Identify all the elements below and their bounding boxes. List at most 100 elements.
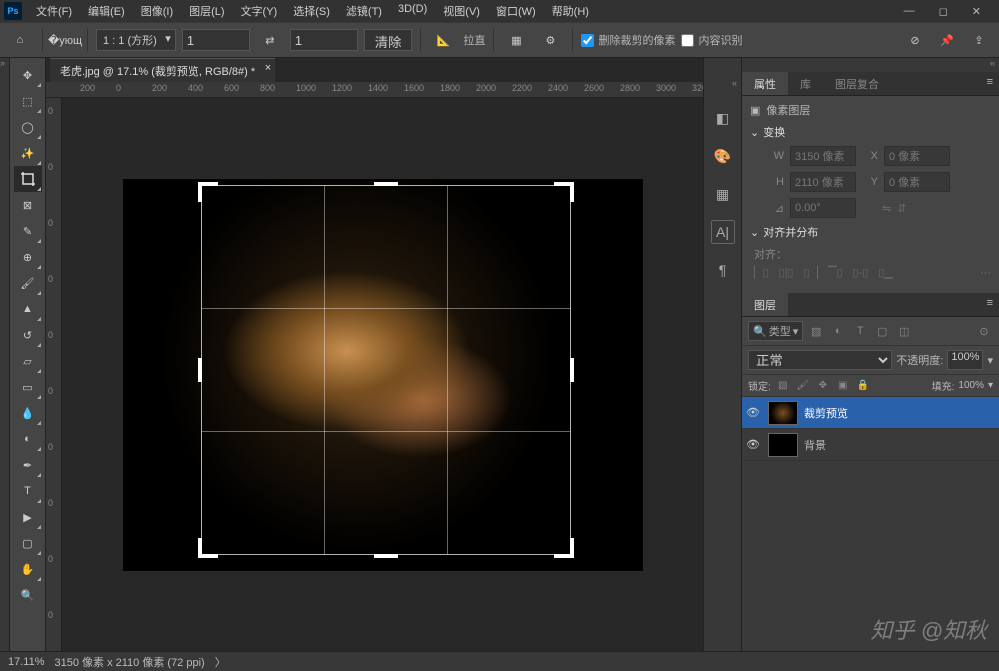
align-bottom-icon[interactable]: ▯▁ (878, 266, 893, 279)
crop-handle-tr[interactable] (554, 182, 574, 202)
crop-width-input[interactable] (182, 29, 250, 51)
align-right-icon[interactable]: ▯▕ (803, 266, 818, 279)
align-section[interactable]: 对齐并分布 (750, 224, 991, 240)
shape-tool[interactable]: ▢ (14, 530, 42, 556)
crop-handle-tl[interactable] (198, 182, 218, 202)
path-select-tool[interactable]: ▶ (14, 504, 42, 530)
filter-smart-icon[interactable]: ◫ (895, 322, 913, 340)
opacity-input[interactable]: 100% (947, 350, 983, 370)
transform-x[interactable]: 0 像素 (884, 146, 950, 166)
align-hcenter-icon[interactable]: ▯|▯ (779, 266, 794, 279)
share-icon[interactable]: ⇪ (965, 27, 993, 53)
canvas-viewport[interactable] (62, 98, 703, 651)
paragraph-dock-icon[interactable]: ¶ (711, 258, 735, 282)
delete-cropped-checkbox[interactable]: 删除裁剪的像素 (581, 32, 675, 48)
visibility-toggle-icon[interactable]: 👁 (746, 406, 762, 419)
gradient-tool[interactable]: ▭ (14, 374, 42, 400)
tab-libraries[interactable]: 库 (788, 72, 823, 95)
crop-handle-b[interactable] (374, 554, 398, 558)
visibility-toggle-icon[interactable]: 👁 (746, 438, 762, 451)
document-canvas[interactable] (123, 179, 643, 571)
move-tool[interactable]: ✥ (14, 62, 42, 88)
layer-name[interactable]: 背景 (804, 437, 826, 453)
lock-all-icon[interactable]: 🔒 (855, 380, 871, 391)
horizontal-ruler[interactable]: 2000200400600800100012001400160018002000… (46, 82, 703, 98)
align-left-icon[interactable]: ▏▯ (754, 266, 769, 279)
lock-transparency-icon[interactable]: ▧ (775, 380, 791, 391)
magic-wand-tool[interactable]: ✨ (14, 140, 42, 166)
minimize-button[interactable]: — (898, 3, 921, 20)
filter-shape-icon[interactable]: ▢ (873, 322, 891, 340)
menu-y[interactable]: 文字(Y) (233, 0, 286, 22)
crop-handle-r[interactable] (570, 358, 574, 382)
transform-width[interactable]: 3150 像素 (790, 146, 856, 166)
crop-options-gear-icon[interactable]: ⚙ (536, 27, 564, 53)
lasso-tool[interactable]: ◯ (14, 114, 42, 140)
blend-mode-select[interactable]: 正常 (748, 350, 892, 370)
crop-handle-l[interactable] (198, 358, 202, 382)
crop-handle-bl[interactable] (198, 538, 218, 558)
lock-position-icon[interactable]: ✥ (815, 380, 831, 391)
tab-layer-comps[interactable]: 图层复合 (823, 72, 891, 95)
filter-pixel-icon[interactable]: ▧ (807, 322, 825, 340)
clear-button[interactable]: 清除 (364, 29, 413, 51)
swap-dimensions-icon[interactable]: ⇄ (256, 27, 284, 53)
vertical-ruler[interactable]: 0000000000 (46, 98, 62, 651)
menu-f[interactable]: 文件(F) (28, 0, 80, 22)
transform-y[interactable]: 0 像素 (884, 172, 950, 192)
left-collapse-strip[interactable]: » (0, 58, 10, 651)
transform-section[interactable]: 变换 (750, 124, 991, 140)
close-tab-icon[interactable]: × (265, 62, 271, 74)
eraser-tool[interactable]: ▱ (14, 348, 42, 374)
crop-tool-icon[interactable]: �ующ (51, 27, 79, 53)
type-tool[interactable]: T (14, 478, 42, 504)
eyedropper-tool[interactable]: ✎ (14, 218, 42, 244)
menu-l[interactable]: 图层(L) (181, 0, 232, 22)
overlay-grid-icon[interactable]: ▦ (502, 27, 530, 53)
layers-panel-menu-icon[interactable]: ≡ (981, 293, 999, 316)
reset-icon[interactable]: ⊘ (901, 27, 929, 53)
tab-layers[interactable]: 图层 (742, 293, 788, 316)
layer-thumbnail[interactable] (768, 433, 798, 457)
menu-s[interactable]: 选择(S) (285, 0, 338, 22)
filter-adjustment-icon[interactable]: ◐ (829, 322, 847, 340)
zoom-level[interactable]: 17.11% (8, 656, 45, 668)
layer-name[interactable]: 裁剪预览 (804, 405, 848, 421)
crop-handle-t[interactable] (374, 182, 398, 186)
document-info[interactable]: 3150 像素 x 2110 像素 (72 ppi) (55, 654, 205, 670)
lock-pixels-icon[interactable]: 🖌 (795, 380, 811, 391)
crop-height-input[interactable] (290, 29, 358, 51)
tab-properties[interactable]: 属性 (742, 72, 788, 95)
layer-thumbnail[interactable] (768, 401, 798, 425)
color-dock-icon[interactable]: 🎨 (711, 144, 735, 168)
filter-type-icon[interactable]: T (851, 322, 869, 340)
fill-input[interactable]: 100% (958, 380, 984, 391)
pen-tool[interactable]: ✒ (14, 452, 42, 478)
menu-e[interactable]: 编辑(E) (80, 0, 133, 22)
menu-t[interactable]: 滤镜(T) (338, 0, 390, 22)
menu-h[interactable]: 帮助(H) (544, 0, 597, 22)
blur-tool[interactable]: 💧 (14, 400, 42, 426)
healing-brush-tool[interactable]: ⊕ (14, 244, 42, 270)
aspect-ratio-select[interactable]: 1 : 1 (方形) (96, 29, 176, 51)
close-button[interactable]: ✕ (966, 3, 987, 20)
crop-box[interactable] (201, 185, 571, 555)
document-tab[interactable]: 老虎.jpg @ 17.1% (裁剪预览, RGB/8#) * × (50, 58, 275, 83)
crop-tool[interactable] (14, 166, 42, 192)
align-top-icon[interactable]: ▔▯ (828, 266, 843, 279)
align-vcenter-icon[interactable]: ▯-▯ (853, 266, 869, 279)
maximize-button[interactable]: ◻ (933, 3, 954, 20)
align-more-icon[interactable]: ⋯ (980, 266, 991, 279)
panel-menu-icon[interactable]: ≡ (981, 72, 999, 95)
layer-row-crop-preview[interactable]: 👁 裁剪预览 (742, 397, 999, 429)
history-brush-tool[interactable]: ↺ (14, 322, 42, 348)
crop-handle-br[interactable] (554, 538, 574, 558)
lock-artboard-icon[interactable]: ▣ (835, 380, 851, 391)
adjustments-dock-icon[interactable]: ◧ (711, 106, 735, 130)
brush-tool[interactable]: 🖌 (14, 270, 42, 296)
character-dock-icon[interactable]: A| (711, 220, 735, 244)
doc-info-chevron-icon[interactable]: 〉 (215, 654, 226, 670)
frame-tool[interactable]: ⊠ (14, 192, 42, 218)
content-aware-checkbox[interactable]: 内容识别 (681, 32, 742, 48)
swatches-dock-icon[interactable]: ▦ (711, 182, 735, 206)
